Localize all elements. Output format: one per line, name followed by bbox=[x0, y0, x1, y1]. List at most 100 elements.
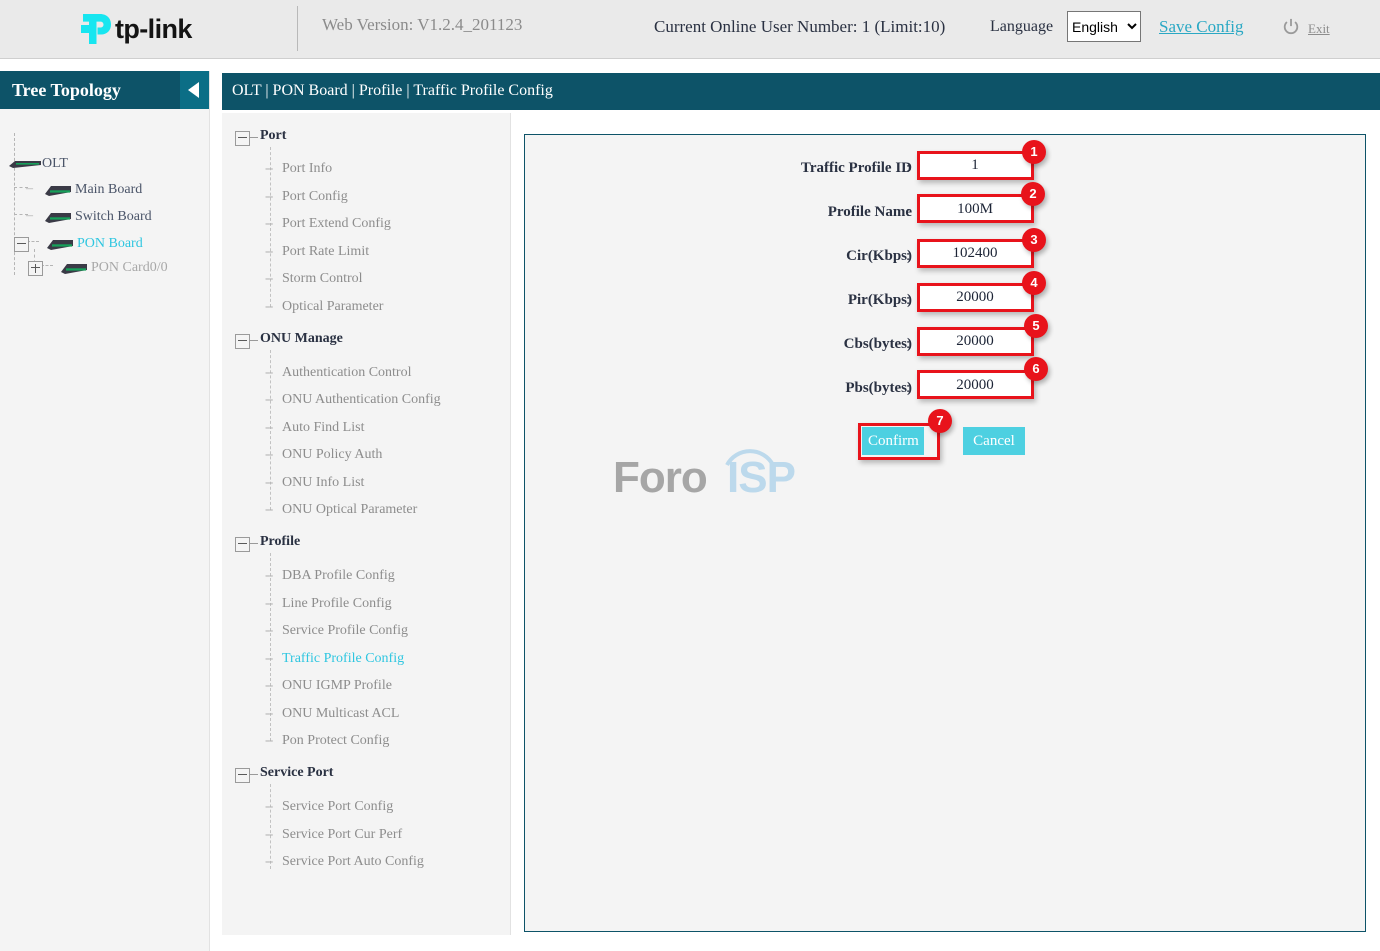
board-icon bbox=[45, 213, 71, 223]
field-colon: : bbox=[906, 336, 911, 352]
power-icon[interactable] bbox=[1282, 18, 1300, 36]
nav-dash: -- bbox=[265, 623, 273, 638]
profile-name-input[interactable] bbox=[918, 196, 1032, 222]
tree-expand-toggle[interactable] bbox=[28, 261, 43, 276]
nav-item-label: Pon Protect Config bbox=[282, 733, 390, 748]
nav-dash: -- bbox=[265, 271, 273, 286]
nav-dash: -- bbox=[265, 299, 273, 314]
traffic-profile-id-input[interactable] bbox=[918, 152, 1032, 178]
exit-link[interactable]: Exit bbox=[1308, 21, 1330, 37]
nav-dash: -- bbox=[265, 447, 273, 462]
nav-item-label: DBA Profile Config bbox=[282, 568, 395, 583]
form-actions: Confirm 7 Cancel bbox=[525, 409, 1365, 461]
tree-node-label: PON Card0/0 bbox=[91, 260, 168, 275]
tree-topology-title: Tree Topology bbox=[12, 80, 121, 100]
nav-item-label: Service Port Cur Perf bbox=[282, 827, 403, 842]
nav-item-label: ONU Policy Auth bbox=[282, 447, 383, 462]
form-row-pbs: Pbs(bytes) : 6 bbox=[525, 357, 1365, 406]
nav-dash: -- bbox=[265, 392, 273, 407]
traffic-profile-form-panel: Foro ISP Traffic Profile ID : 1 Profile … bbox=[524, 134, 1366, 932]
nav-item-label: Optical Parameter bbox=[282, 299, 384, 314]
nav-item-label: ONU Authentication Config bbox=[282, 392, 441, 407]
nav-item-label: Authentication Control bbox=[282, 365, 412, 380]
nav-item-label: ONU Optical Parameter bbox=[282, 502, 418, 517]
nav-item-label: ONU Info List bbox=[282, 475, 365, 490]
nav-dash: -- bbox=[265, 161, 273, 176]
nav-group-toggle[interactable] bbox=[235, 537, 250, 552]
cbs-bytes-input[interactable] bbox=[918, 328, 1032, 354]
nav-group-toggle[interactable] bbox=[235, 131, 250, 146]
field-colon: : bbox=[906, 380, 911, 396]
annotation-badge-1: 1 bbox=[1022, 140, 1046, 164]
nav-item-label: Port Extend Config bbox=[282, 216, 391, 231]
tree-expand-toggle[interactable] bbox=[14, 237, 29, 252]
board-icon bbox=[45, 186, 71, 196]
nav-dash: -- bbox=[265, 706, 273, 721]
save-config-link[interactable]: Save Config bbox=[1159, 17, 1244, 37]
nav-item-label: Port Rate Limit bbox=[282, 244, 370, 259]
tree-dash: – bbox=[26, 208, 33, 223]
nav-dash: -- bbox=[265, 244, 273, 259]
form-row-cir: Cir(Kbps) : 3 bbox=[525, 228, 1365, 274]
nav-item-label: Line Profile Config bbox=[282, 596, 392, 611]
field-colon: : bbox=[906, 248, 911, 264]
nav-item-label: Service Port Auto Config bbox=[282, 854, 424, 869]
nav-menu-panel: Port -- Port Info -- Port Config -- Port Ex… bbox=[222, 113, 511, 935]
nav-connector bbox=[250, 137, 258, 138]
nav-item-label: ONU IGMP Profile bbox=[282, 678, 392, 693]
header-divider bbox=[297, 6, 298, 51]
confirm-button[interactable]: Confirm bbox=[862, 427, 924, 455]
annotation-badge-4: 4 bbox=[1022, 271, 1046, 295]
nav-dash: -- bbox=[265, 475, 273, 490]
field-label: Cir(Kbps) bbox=[846, 248, 912, 264]
chevron-left-icon bbox=[188, 82, 199, 98]
nav-dash: -- bbox=[265, 799, 273, 814]
field-label: Traffic Profile ID bbox=[800, 160, 912, 176]
nav-item-label: Port Config bbox=[282, 189, 348, 204]
nav-dash: -- bbox=[265, 216, 273, 231]
nav-group-toggle[interactable] bbox=[235, 768, 250, 783]
pir-kbps-input[interactable] bbox=[918, 284, 1032, 310]
board-icon bbox=[47, 240, 73, 250]
language-select[interactable]: English bbox=[1067, 11, 1141, 42]
nav-item-label: Service Port Config bbox=[282, 799, 394, 814]
tree-node-label: Main Board bbox=[75, 182, 143, 197]
tplink-logo: tp-link bbox=[78, 8, 208, 50]
tree-topology-header: Tree Topology bbox=[0, 71, 209, 109]
annotation-badge-3: 3 bbox=[1022, 228, 1046, 252]
field-colon: : bbox=[906, 204, 911, 220]
nav-item-label: Service Profile Config bbox=[282, 623, 408, 638]
cir-kbps-input[interactable] bbox=[918, 240, 1032, 266]
nav-dash: -- bbox=[265, 733, 273, 748]
nav-item-label: Auto Find List bbox=[282, 420, 365, 435]
breadcrumb-bar: OLT | PON Board | Profile | Traffic Prof… bbox=[222, 73, 1380, 110]
cancel-button[interactable]: Cancel bbox=[963, 427, 1025, 455]
nav-dash: -- bbox=[265, 365, 273, 380]
tree-collapse-button[interactable] bbox=[180, 71, 209, 109]
field-label: Cbs(bytes) bbox=[843, 336, 912, 352]
nav-group-label: Port bbox=[260, 128, 287, 143]
nav-item-label: Storm Control bbox=[282, 271, 363, 286]
nav-dash: -- bbox=[265, 502, 273, 517]
pbs-bytes-input[interactable] bbox=[918, 372, 1032, 398]
annotation-badge-5: 5 bbox=[1024, 314, 1048, 338]
annotation-badge-7: 7 bbox=[928, 409, 952, 433]
nav-dash: -- bbox=[265, 596, 273, 611]
form-row-profile-name: Profile Name : 2 bbox=[525, 182, 1365, 230]
nav-dash: -- bbox=[265, 420, 273, 435]
tree-node-label: PON Board bbox=[77, 236, 143, 251]
nav-item-label: ONU Multicast ACL bbox=[282, 706, 400, 721]
app-header: tp-link Web Version: V1.2.4_201123 Curre… bbox=[0, 0, 1380, 59]
nav-connector bbox=[250, 340, 258, 341]
nav-connector bbox=[250, 774, 258, 775]
tree-dash: – bbox=[26, 181, 33, 196]
olt-device-icon bbox=[9, 161, 41, 168]
tree-topology-panel: Tree Topology OLT – Main Board – Switch … bbox=[0, 71, 210, 951]
nav-dash: -- bbox=[265, 568, 273, 583]
form-row-traffic-profile-id: Traffic Profile ID : 1 bbox=[525, 140, 1365, 186]
form-row-cbs: Cbs(bytes) : 5 bbox=[525, 314, 1365, 362]
field-colon: : bbox=[906, 160, 911, 176]
nav-group-toggle[interactable] bbox=[235, 334, 250, 349]
tplink-logo-text: tp-link bbox=[115, 13, 192, 44]
nav-connector bbox=[250, 543, 258, 544]
